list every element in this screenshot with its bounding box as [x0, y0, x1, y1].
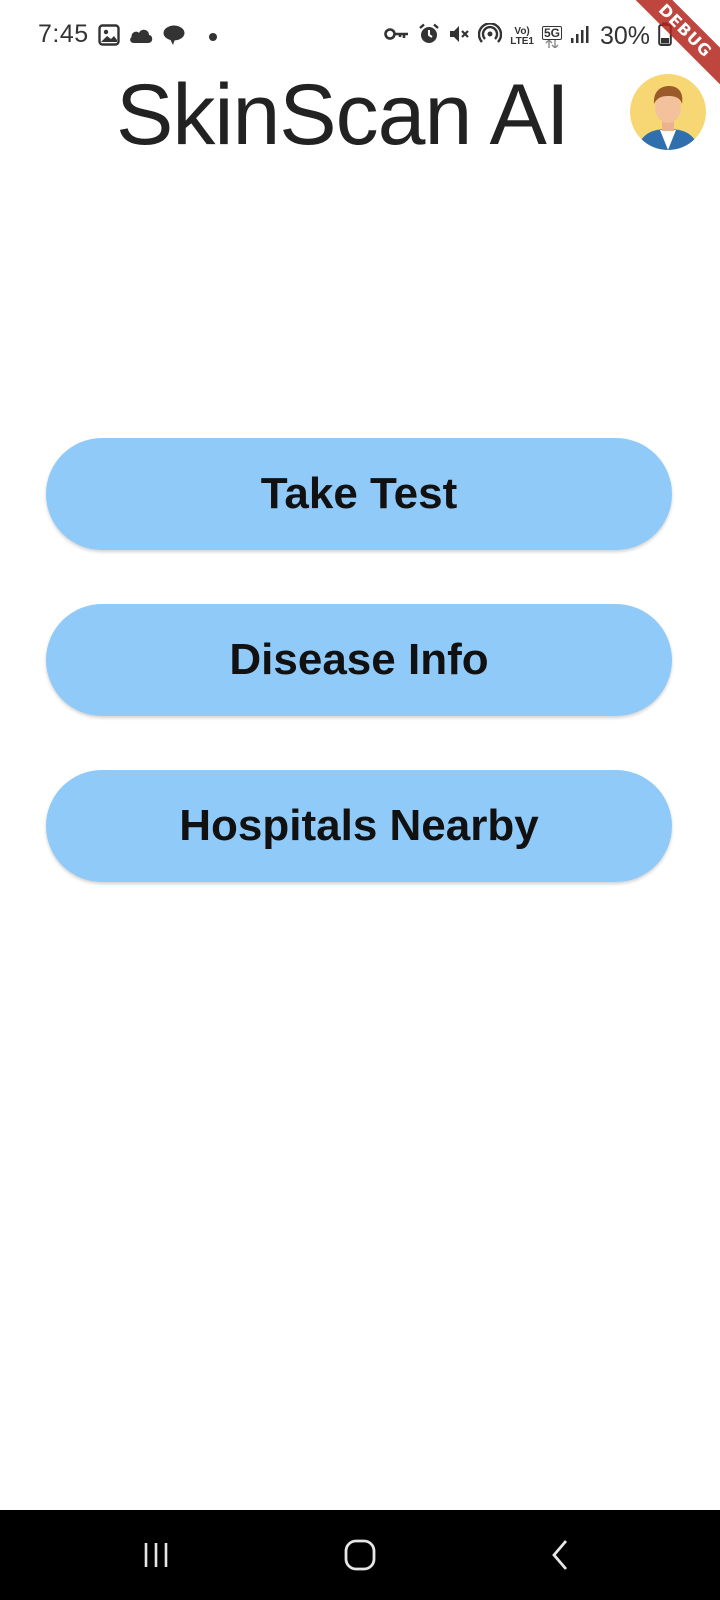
- take-test-button[interactable]: Take Test: [46, 438, 672, 550]
- status-system-icons: Vo) LTE1 5G 30%: [384, 22, 672, 51]
- signal-icon: [570, 24, 590, 49]
- app-title: SkinScan AI: [116, 67, 570, 163]
- mute-icon: [448, 23, 470, 50]
- dot-icon: [208, 29, 218, 47]
- system-nav-bar: [0, 1510, 720, 1600]
- hotspot-icon: [478, 22, 503, 50]
- user-avatar-icon[interactable]: [630, 74, 706, 150]
- chat-bubble-icon: [162, 24, 186, 51]
- status-time: 7:45: [38, 20, 89, 48]
- status-notification-icons: [98, 24, 218, 51]
- volte-icon: Vo) LTE1: [510, 25, 534, 47]
- back-icon[interactable]: [530, 1532, 590, 1578]
- disease-info-button[interactable]: Disease Info: [46, 604, 672, 716]
- image-icon: [98, 24, 120, 51]
- home-icon[interactable]: [330, 1532, 390, 1578]
- 5g-icon: 5G: [541, 25, 562, 48]
- hospitals-nearby-button[interactable]: Hospitals Nearby: [46, 770, 672, 882]
- alarm-icon: [418, 23, 440, 50]
- recent-apps-icon[interactable]: [126, 1532, 186, 1578]
- app-screen: 7:45 Vo) LTE1 5G 30% DEBUG SkinScan AI T…: [0, 0, 720, 1600]
- battery-percent: 30%: [599, 22, 650, 50]
- cloud-icon: [128, 26, 154, 49]
- key-icon: [384, 26, 410, 47]
